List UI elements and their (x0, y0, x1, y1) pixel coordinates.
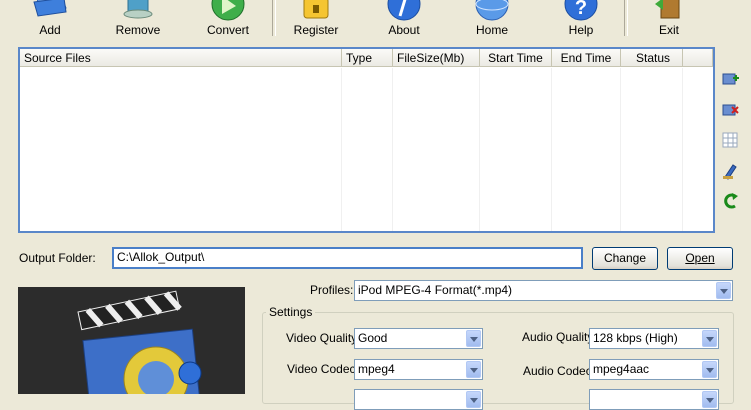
partial-select[interactable] (354, 389, 483, 410)
about-label: About (388, 23, 420, 37)
toolbar-separator (624, 0, 628, 36)
home-label: Home (475, 23, 508, 37)
profiles-label: Profiles: (310, 283, 354, 297)
remove-file-icon[interactable] (721, 101, 739, 119)
exit-label: Exit (658, 23, 679, 37)
partial-select[interactable] (589, 389, 719, 410)
column-divider (620, 68, 621, 231)
profiles-value: iPod MPEG-4 Format(*.mp4) (358, 283, 513, 297)
remove-label: Remove (115, 23, 161, 37)
add-button[interactable]: Add (15, 0, 85, 40)
column-header-filesize[interactable]: FileSize(Mb) (393, 49, 480, 67)
profiles-select[interactable]: iPod MPEG-4 Format(*.mp4) (354, 280, 733, 301)
video-codec-select[interactable]: mpeg4 (354, 359, 483, 380)
chevron-down-icon[interactable] (702, 330, 717, 347)
column-header-type[interactable]: Type (342, 49, 393, 67)
help-button[interactable]: ? Help (546, 0, 616, 40)
add-label: Add (39, 23, 61, 37)
audio-quality-value: 128 kbps (High) (593, 331, 678, 345)
exit-button[interactable]: Exit (634, 0, 704, 40)
audio-codec-select[interactable]: mpeg4aac (589, 359, 719, 380)
column-divider (392, 68, 393, 231)
video-quality-value: Good (358, 331, 388, 345)
video-codec-label: Video Codec: (287, 362, 359, 376)
refresh-icon[interactable] (721, 192, 739, 210)
help-icon: ? (564, 0, 598, 21)
grid-icon[interactable] (721, 131, 739, 149)
chevron-down-icon[interactable] (702, 361, 717, 378)
column-divider (551, 68, 552, 231)
folder-icon (33, 0, 67, 17)
register-button[interactable]: Register (281, 0, 351, 40)
audio-codec-label: Audio Codec: (523, 364, 596, 378)
home-button[interactable]: Home (457, 0, 527, 40)
about-button[interactable]: About (369, 0, 439, 40)
preview-image (18, 287, 245, 394)
chevron-down-icon[interactable] (466, 361, 481, 378)
convert-label: Convert (206, 23, 250, 37)
column-header-end-time[interactable]: End Time (552, 49, 621, 67)
remove-button[interactable]: Remove (103, 0, 173, 40)
column-header-filler (683, 49, 713, 67)
info-icon (387, 0, 421, 21)
clapperboard-disc-icon (77, 290, 202, 394)
column-divider (479, 68, 480, 231)
video-codec-value: mpeg4 (358, 362, 395, 376)
output-folder-input[interactable]: C:\Allok_Output\ (112, 247, 583, 269)
column-header-status[interactable]: Status (621, 49, 683, 67)
video-quality-select[interactable]: Good (354, 328, 483, 349)
open-button[interactable]: Open (667, 247, 733, 270)
trash-icon (123, 0, 153, 19)
video-quality-label: Video Quality: (286, 331, 361, 345)
svg-text:?: ? (575, 0, 587, 19)
lock-icon (303, 0, 329, 19)
convert-button[interactable]: Convert (193, 0, 263, 40)
settings-group-title: Settings (266, 305, 316, 319)
globe-icon (475, 0, 509, 21)
exit-door-icon (655, 0, 680, 19)
file-list-header: Source Files Type FileSize(Mb) Start Tim… (20, 49, 713, 68)
column-header-start-time[interactable]: Start Time (480, 49, 552, 67)
add-file-icon[interactable] (721, 70, 739, 88)
help-label: Help (568, 23, 594, 37)
chevron-down-icon[interactable] (716, 282, 731, 299)
register-label: Register (293, 23, 339, 37)
column-divider (682, 68, 683, 231)
column-divider (341, 68, 342, 231)
column-header-source-files[interactable]: Source Files (20, 49, 342, 67)
audio-quality-select[interactable]: 128 kbps (High) (589, 328, 719, 349)
edit-icon[interactable] (721, 162, 739, 180)
audio-codec-value: mpeg4aac (593, 362, 650, 376)
audio-quality-label: Audio Quality: (522, 330, 597, 344)
source-file-list[interactable]: Source Files Type FileSize(Mb) Start Tim… (18, 47, 715, 233)
play-icon (211, 0, 245, 21)
chevron-down-icon[interactable] (466, 330, 481, 347)
change-button[interactable]: Change (592, 247, 658, 270)
toolbar-separator (272, 0, 276, 36)
output-folder-label: Output Folder: (19, 251, 96, 265)
toolbar: Add Remove Convert Register About Home ?… (0, 0, 751, 40)
